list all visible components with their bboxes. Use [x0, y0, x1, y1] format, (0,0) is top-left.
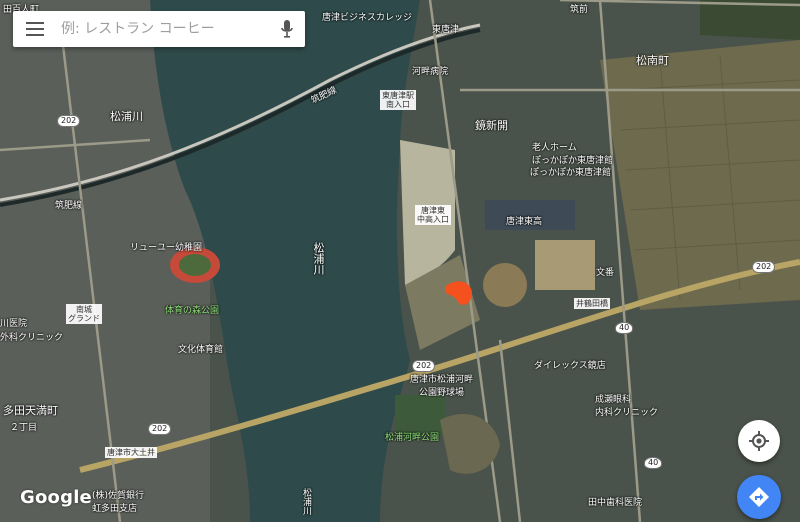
microphone-icon — [281, 20, 293, 38]
poi-label: 南城 グランド — [66, 304, 102, 324]
map-label: 唐津市大土井 — [105, 447, 157, 458]
map-label: 鏡新開 — [475, 119, 508, 132]
hamburger-menu-icon — [26, 22, 44, 36]
map-label: 東唐津駅 南入口 — [380, 90, 416, 110]
my-location-icon — [749, 431, 769, 451]
map-label: 松南町 — [636, 54, 669, 67]
poi-label: ダイレックス鏡店 — [534, 361, 606, 371]
route-shield: 202 — [752, 261, 776, 273]
map-label: 井鶴田橋 — [574, 298, 610, 309]
poi-label: 外科クリニック — [0, 333, 64, 343]
river-label: 松浦川 — [110, 110, 143, 123]
poi-label: 田中歯科医院 — [588, 498, 643, 508]
search-bar — [13, 11, 305, 47]
poi-label: 川医院 — [0, 319, 28, 329]
search-input[interactable] — [57, 21, 269, 37]
satellite-map[interactable] — [0, 0, 800, 522]
poi-label: 唐津東 中高入口 — [415, 205, 451, 225]
river-label: 松浦川 — [312, 242, 325, 275]
poi-label: 成瀬眼科 内科クリニック — [595, 395, 659, 418]
map-label: 多田天満町 — [3, 404, 58, 417]
map-label: 唐津ビジネスカレッジ — [322, 13, 413, 23]
railway-label: 筑肥線 — [55, 201, 83, 211]
route-shield: 40 — [644, 457, 663, 469]
google-logo: Google — [20, 487, 92, 508]
directions-button[interactable] — [737, 475, 781, 519]
route-shield: 202 — [148, 423, 172, 435]
voice-search-button[interactable] — [269, 11, 305, 47]
map-label: 河畔病院 — [412, 67, 449, 77]
poi-label: 老人ホーム ぽっかぽか東唐津館 — [532, 143, 614, 166]
my-location-button[interactable] — [738, 420, 780, 462]
river-label: 松浦川 — [301, 488, 311, 515]
poi-label: 文化体育館 — [178, 345, 224, 355]
map-label: ２丁目 — [10, 423, 38, 433]
poi-label: 唐津東高 — [506, 217, 543, 227]
poi-label: ぽっかぽか東唐津館 — [530, 168, 612, 178]
menu-button[interactable] — [13, 11, 57, 47]
poi-label: リューユー幼稚園 — [130, 243, 203, 253]
station-label: 東唐津 — [432, 25, 460, 35]
route-shield: 202 — [57, 115, 81, 127]
route-shield: 202 — [412, 360, 436, 372]
poi-label: (株)佐賀銀行 虹多田支店 — [92, 491, 145, 514]
park-label: 体育の森公園 — [165, 306, 220, 316]
park-label: 松浦河畔公園 — [385, 433, 440, 443]
poi-label: 唐津市松浦河畔 公園野球場 — [410, 375, 474, 398]
map-label: 筑前 — [570, 5, 589, 15]
directions-icon — [749, 487, 769, 507]
map-label: 文番 — [596, 268, 615, 278]
route-shield: 40 — [615, 322, 634, 334]
